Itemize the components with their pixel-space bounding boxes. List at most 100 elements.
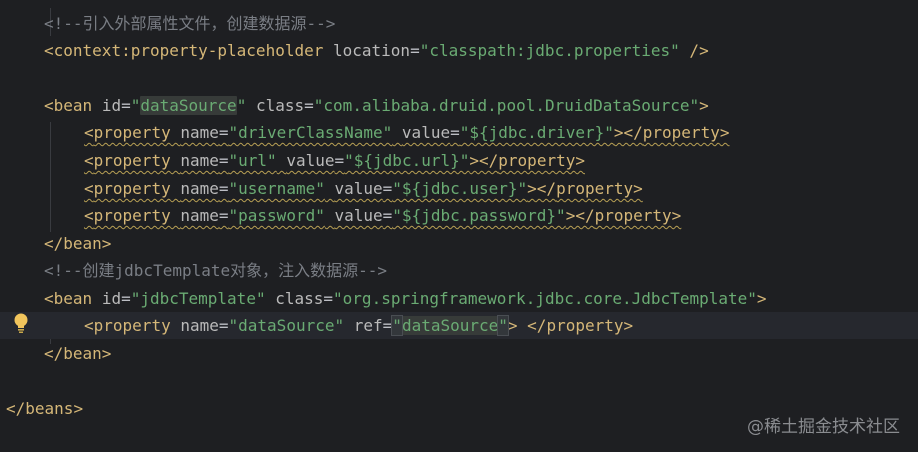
- tag-name: property: [556, 179, 634, 198]
- tag-mid: ></: [469, 151, 499, 170]
- code-line-13[interactable]: </bean>: [0, 340, 918, 367]
- equals: =: [304, 96, 314, 115]
- code-line-content: <property name="driverClassName" value="…: [84, 119, 729, 146]
- watermark: @稀土掘金技术社区: [747, 417, 900, 437]
- attr-value: "org.springframework.jdbc.core.JdbcTempl…: [333, 289, 757, 308]
- code-line-1[interactable]: <!--引入外部属性文件，创建数据源-->: [0, 10, 918, 37]
- tag-close: >: [719, 123, 730, 142]
- tag-open: <: [84, 123, 94, 142]
- tag-close: >: [575, 151, 585, 170]
- tag-close: />: [679, 41, 709, 60]
- tag-open: <: [44, 41, 54, 60]
- tag-name: bean: [63, 234, 102, 253]
- code-line-7[interactable]: <property name="username" value="${jdbc.…: [0, 175, 918, 202]
- tag-open: <: [84, 206, 94, 225]
- code-line-9[interactable]: </bean>: [0, 230, 918, 257]
- code-line-11[interactable]: <bean id="jdbcTemplate" class="org.sprin…: [0, 285, 918, 312]
- code-line-4[interactable]: <bean id="dataSource" class="com.alibaba…: [0, 92, 918, 119]
- tag-open: <: [84, 151, 94, 170]
- tag-name: property: [594, 206, 672, 225]
- tag-close: >: [101, 344, 112, 363]
- tag-name: beans: [25, 399, 74, 418]
- quote: ": [391, 315, 403, 336]
- tag-name: bean: [53, 289, 93, 308]
- tag-open: </: [6, 399, 26, 418]
- tag-name: property: [546, 316, 624, 335]
- attr-name: class: [275, 289, 324, 308]
- tag-open: <: [84, 316, 94, 335]
- tag-close: >: [73, 399, 84, 418]
- code-line-8[interactable]: <property name="password" value="${jdbc.…: [0, 202, 918, 229]
- tag-close: >: [699, 96, 709, 115]
- equals: =: [218, 151, 229, 170]
- tag-open: <: [44, 289, 54, 308]
- equals: =: [334, 151, 345, 170]
- code-line-12[interactable]: <property name="dataSource" ref="dataSou…: [0, 312, 918, 339]
- attr-value: "password": [228, 206, 325, 225]
- tag-mid: ></: [565, 206, 595, 225]
- attr-value: "${jdbc.user}": [392, 179, 528, 198]
- attr-name: ref: [353, 316, 383, 335]
- attr-value: "username": [228, 179, 325, 198]
- code-line-10[interactable]: <!--创建jdbcTemplate对象，注入数据源-->: [0, 257, 918, 284]
- attr-name: name: [180, 206, 219, 225]
- attr-name: name: [180, 316, 219, 335]
- attr-name: name: [180, 123, 219, 142]
- quote: ": [497, 315, 509, 336]
- equals: =: [121, 96, 131, 115]
- tag-name: property: [93, 206, 171, 225]
- xml-comment: <!--引入外部属性文件，创建数据源-->: [44, 14, 336, 33]
- quote: ": [130, 96, 141, 115]
- tag-close: >: [756, 289, 767, 308]
- equals: =: [218, 123, 229, 142]
- highlighted-identifier[interactable]: dataSource: [140, 96, 237, 115]
- code-line-6[interactable]: <property name="url" value="${jdbc.url}"…: [0, 147, 918, 174]
- code-line-content: </bean>: [44, 340, 111, 367]
- lightbulb-icon[interactable]: [12, 312, 30, 334]
- equals: =: [323, 289, 334, 308]
- attr-name: value: [334, 206, 383, 225]
- code-line-content: <property name="url" value="${jdbc.url}"…: [84, 147, 585, 174]
- equals: =: [218, 206, 229, 225]
- tag-open: </: [44, 344, 64, 363]
- quote: ": [236, 96, 247, 115]
- attr-name: value: [401, 123, 451, 142]
- code-line-content: <property name="password" value="${jdbc.…: [84, 202, 681, 229]
- attr-value: "url": [228, 151, 277, 170]
- tag-name: context:property-placeholder: [53, 41, 324, 60]
- code-line-content: <context:property-placeholder location="…: [44, 37, 709, 64]
- code-line-content: <property name="username" value="${jdbc.…: [84, 175, 643, 202]
- attr-name: name: [180, 151, 219, 170]
- code-editor[interactable]: <!--引入外部属性文件，创建数据源--> <context:property-…: [0, 0, 918, 452]
- tag-mid: ></: [613, 123, 643, 142]
- attr-name: location: [333, 41, 411, 60]
- code-line-content: </beans>: [6, 395, 83, 422]
- attr-value: "driverClassName": [228, 123, 393, 142]
- attr-name: id: [101, 289, 122, 308]
- attr-value: "${jdbc.url}": [344, 151, 470, 170]
- tag-open: <: [84, 179, 94, 198]
- attr-value: "classpath:jdbc.properties": [419, 41, 680, 60]
- tag-open: <: [44, 96, 54, 115]
- tag-mid: ></: [527, 179, 557, 198]
- code-line-2[interactable]: <context:property-placeholder location="…: [0, 37, 918, 64]
- code-line-content: </bean>: [44, 230, 111, 257]
- tag-close: >: [623, 316, 634, 335]
- equals: =: [450, 123, 460, 142]
- highlighted-reference[interactable]: dataSource: [401, 316, 499, 335]
- tag-name: property: [93, 151, 171, 170]
- equals: =: [382, 316, 393, 335]
- attr-name: value: [286, 151, 335, 170]
- code-line-5[interactable]: <property name="driverClassName" value="…: [0, 119, 918, 146]
- code-line-content: <property name="dataSource" ref="dataSou…: [84, 312, 633, 339]
- tag-name: property: [498, 151, 576, 170]
- attr-name: class: [255, 96, 305, 115]
- tag-close: >: [101, 234, 112, 253]
